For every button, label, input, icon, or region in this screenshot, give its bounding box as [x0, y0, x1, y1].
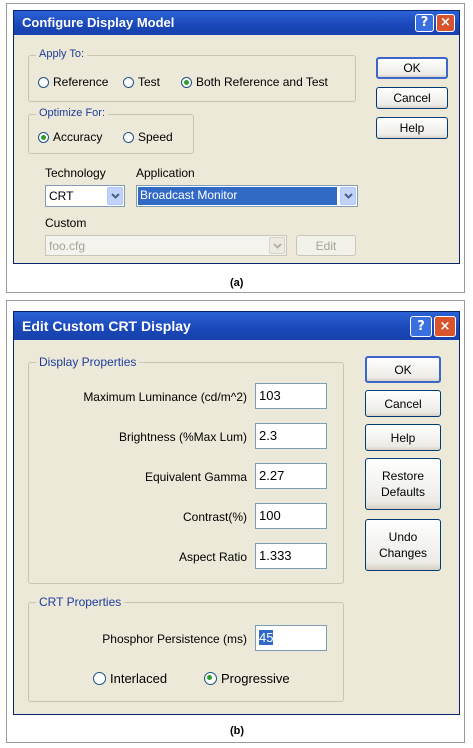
radio-label: Both Reference and Test: [196, 75, 328, 89]
radio-label: Accuracy: [53, 130, 103, 144]
configure-display-model-dialog: Configure Display Model ? × Apply To: Re…: [13, 10, 460, 264]
phosphor-persistence-input[interactable]: 45: [255, 625, 327, 651]
radio-accuracy[interactable]: Accuracy: [38, 130, 102, 144]
crt-properties-group: CRT Properties Phosphor Persistence (ms)…: [28, 595, 344, 702]
custom-label: Custom: [45, 216, 87, 230]
contrast-label: Contrast(%): [182, 510, 247, 524]
figure-caption-a: (a): [230, 277, 244, 289]
optimize-for-legend: Optimize For:: [36, 107, 109, 119]
figure-panel-a: Configure Display Model ? × Apply To: Re…: [6, 3, 465, 293]
radio-interlaced[interactable]: Interlaced: [93, 671, 167, 686]
title-bar: Configure Display Model ? ×: [14, 11, 459, 35]
close-icon[interactable]: ×: [436, 14, 455, 32]
cancel-button[interactable]: Cancel: [376, 87, 448, 109]
chevron-down-icon[interactable]: [107, 187, 123, 205]
crt-properties-legend: CRT Properties: [36, 595, 125, 609]
figure-caption-b: (b): [230, 725, 245, 737]
max-luminance-label: Maximum Luminance (cd/m^2): [83, 390, 247, 404]
figure-panel-b: Edit Custom CRT Display ? × Display Prop…: [6, 300, 465, 743]
brightness-input[interactable]: 2.3: [255, 423, 327, 449]
radio-circle-icon: [93, 672, 106, 685]
apply-to-group: Apply To: Reference Test Both Reference …: [28, 48, 356, 102]
radio-test[interactable]: Test: [123, 75, 160, 89]
help-question-icon[interactable]: ?: [410, 316, 432, 337]
help-button[interactable]: Help: [376, 117, 448, 139]
aspect-ratio-label: Aspect Ratio: [178, 550, 247, 564]
edit-custom-crt-display-dialog: Edit Custom CRT Display ? × Display Prop…: [13, 311, 460, 715]
ok-button[interactable]: OK: [376, 57, 448, 79]
radio-circle-icon: [38, 76, 49, 88]
radio-selected-icon: [38, 131, 49, 143]
dialog-title: Configure Display Model: [22, 15, 175, 30]
radio-label: Speed: [138, 130, 173, 144]
radio-selected-icon: [181, 76, 192, 88]
apply-to-legend: Apply To:: [36, 48, 88, 60]
optimize-for-group: Optimize For: Accuracy Speed: [28, 107, 194, 154]
application-label: Application: [136, 166, 195, 180]
phosphor-persistence-value: 45: [259, 630, 274, 645]
ok-button[interactable]: OK: [365, 356, 441, 383]
aspect-ratio-input[interactable]: 1.333: [255, 543, 327, 569]
edit-button[interactable]: Edit: [296, 235, 356, 256]
technology-value: CRT: [49, 189, 74, 203]
dialog-title: Edit Custom CRT Display: [22, 318, 191, 334]
radio-selected-icon: [204, 672, 217, 685]
help-button[interactable]: Help: [365, 424, 441, 451]
application-value: Broadcast Monitor: [138, 187, 337, 205]
application-select[interactable]: Broadcast Monitor: [136, 185, 358, 207]
close-icon[interactable]: ×: [434, 316, 456, 337]
undo-changes-button[interactable]: Undo Changes: [365, 519, 441, 571]
title-bar: Edit Custom CRT Display ? ×: [14, 312, 459, 340]
brightness-label: Brightness (%Max Lum): [118, 430, 247, 444]
radio-both-reference-and-test[interactable]: Both Reference and Test: [181, 75, 328, 89]
equivalent-gamma-label: Equivalent Gamma: [144, 470, 247, 484]
technology-label: Technology: [45, 166, 106, 180]
custom-file-select[interactable]: foo.cfg: [45, 235, 287, 256]
chevron-down-icon[interactable]: [340, 187, 356, 205]
equivalent-gamma-input[interactable]: 2.27: [255, 463, 327, 489]
radio-reference[interactable]: Reference: [38, 75, 108, 89]
radio-label: Reference: [53, 75, 109, 89]
phosphor-persistence-label: Phosphor Persistence (ms): [102, 632, 247, 646]
custom-file-value: foo.cfg: [49, 239, 86, 253]
radio-circle-icon: [123, 131, 134, 143]
radio-label: Progressive: [221, 671, 290, 686]
radio-label: Interlaced: [110, 671, 168, 686]
restore-defaults-button[interactable]: Restore Defaults: [365, 458, 441, 510]
display-properties-legend: Display Properties: [36, 355, 140, 369]
contrast-input[interactable]: 100: [255, 503, 327, 529]
cancel-button[interactable]: Cancel: [365, 390, 441, 417]
radio-progressive[interactable]: Progressive: [204, 671, 290, 686]
radio-speed[interactable]: Speed: [123, 130, 173, 144]
radio-circle-icon: [123, 76, 134, 88]
help-question-icon[interactable]: ?: [415, 14, 434, 32]
radio-label: Test: [138, 75, 161, 89]
chevron-down-icon[interactable]: [269, 237, 285, 254]
display-properties-group: Display Properties Maximum Luminance (cd…: [28, 355, 344, 584]
max-luminance-input[interactable]: 103: [255, 383, 327, 409]
technology-select[interactable]: CRT: [45, 185, 125, 207]
